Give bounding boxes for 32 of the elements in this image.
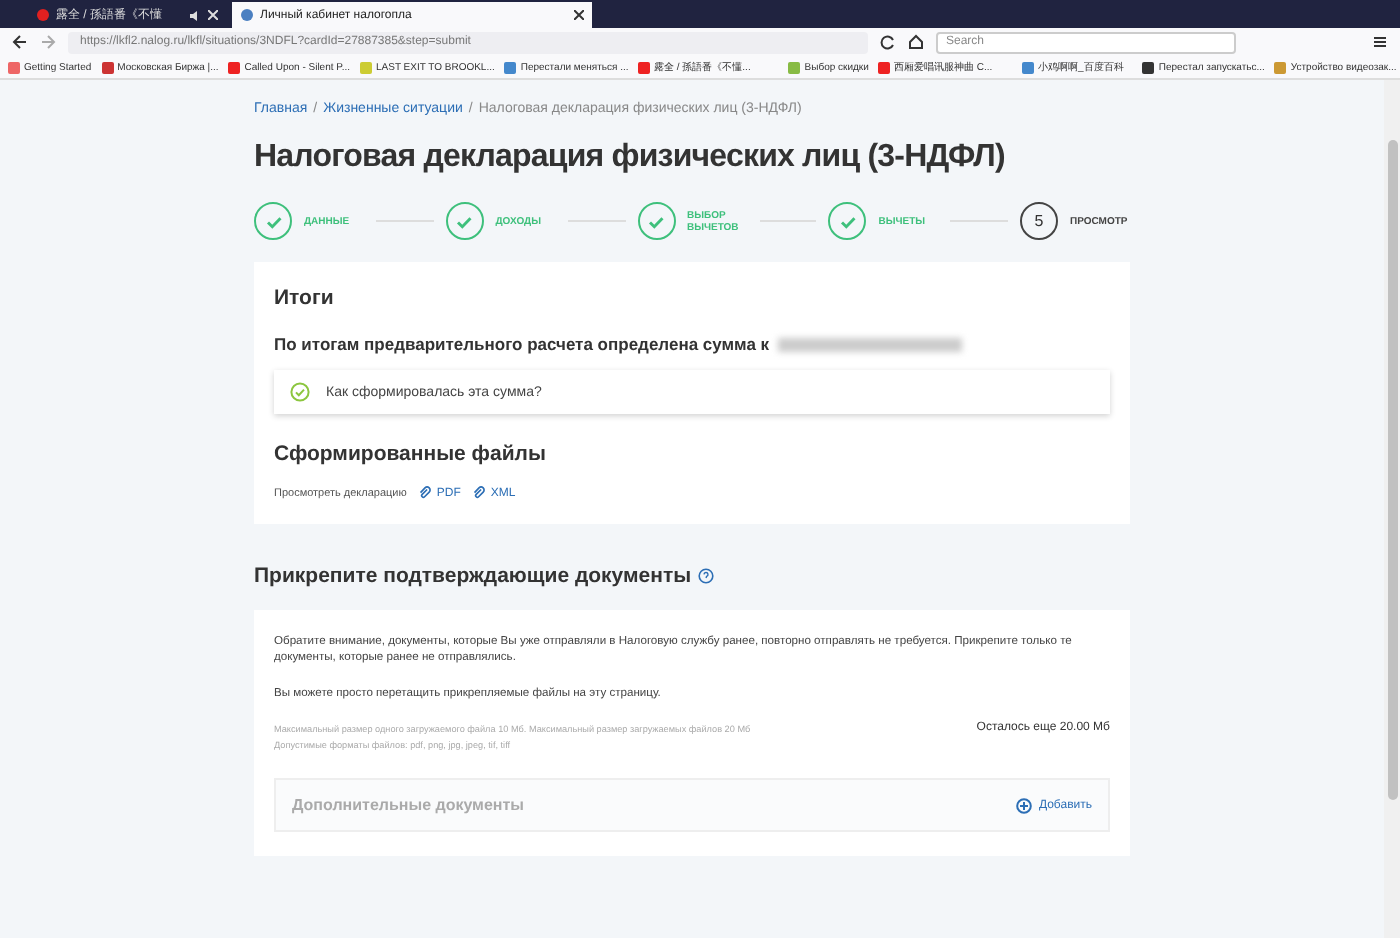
bookmark-icon — [8, 61, 20, 73]
section-heading: Прикрепите подтверждающие документы — [254, 564, 692, 588]
paperclip-icon — [418, 486, 433, 500]
paperclip-icon — [472, 486, 487, 500]
bookmark-icon — [788, 61, 801, 73]
bookmark-icon — [101, 61, 114, 73]
page-title: Налоговая декларация физических лиц (3-НДФЛ) — [254, 140, 1007, 176]
step-indicator: 5 — [1020, 202, 1058, 240]
section-title: Дополнительные документы — [292, 796, 524, 814]
site-icon — [240, 8, 254, 22]
bookmark-icon — [1274, 61, 1287, 73]
check-circle-icon — [290, 382, 310, 402]
bookmark-icon — [1142, 61, 1155, 73]
speaker-icon[interactable] — [189, 9, 202, 21]
section-heading: Сформированные файлы — [274, 442, 548, 466]
reload-icon[interactable] — [880, 34, 896, 50]
home-icon[interactable] — [908, 34, 924, 50]
bookmark-icon — [228, 61, 241, 73]
site-icon — [36, 8, 50, 22]
back-icon[interactable] — [12, 34, 28, 50]
bookmark-icon — [504, 61, 517, 73]
menu-icon[interactable] — [1372, 34, 1388, 50]
bookmark-icon — [360, 61, 372, 73]
scrollbar-thumb[interactable] — [1387, 140, 1397, 800]
help-icon[interactable] — [697, 568, 714, 584]
close-icon[interactable] — [574, 10, 584, 20]
bookmark-icon — [878, 61, 891, 73]
result-text: По итогам предварительного расчета определена сумма к — [274, 334, 770, 354]
plus-circle-icon — [1016, 797, 1033, 813]
bookmark-icon — [638, 61, 651, 73]
bookmark-icon — [1022, 61, 1035, 73]
section-heading: Итоги — [274, 286, 336, 310]
